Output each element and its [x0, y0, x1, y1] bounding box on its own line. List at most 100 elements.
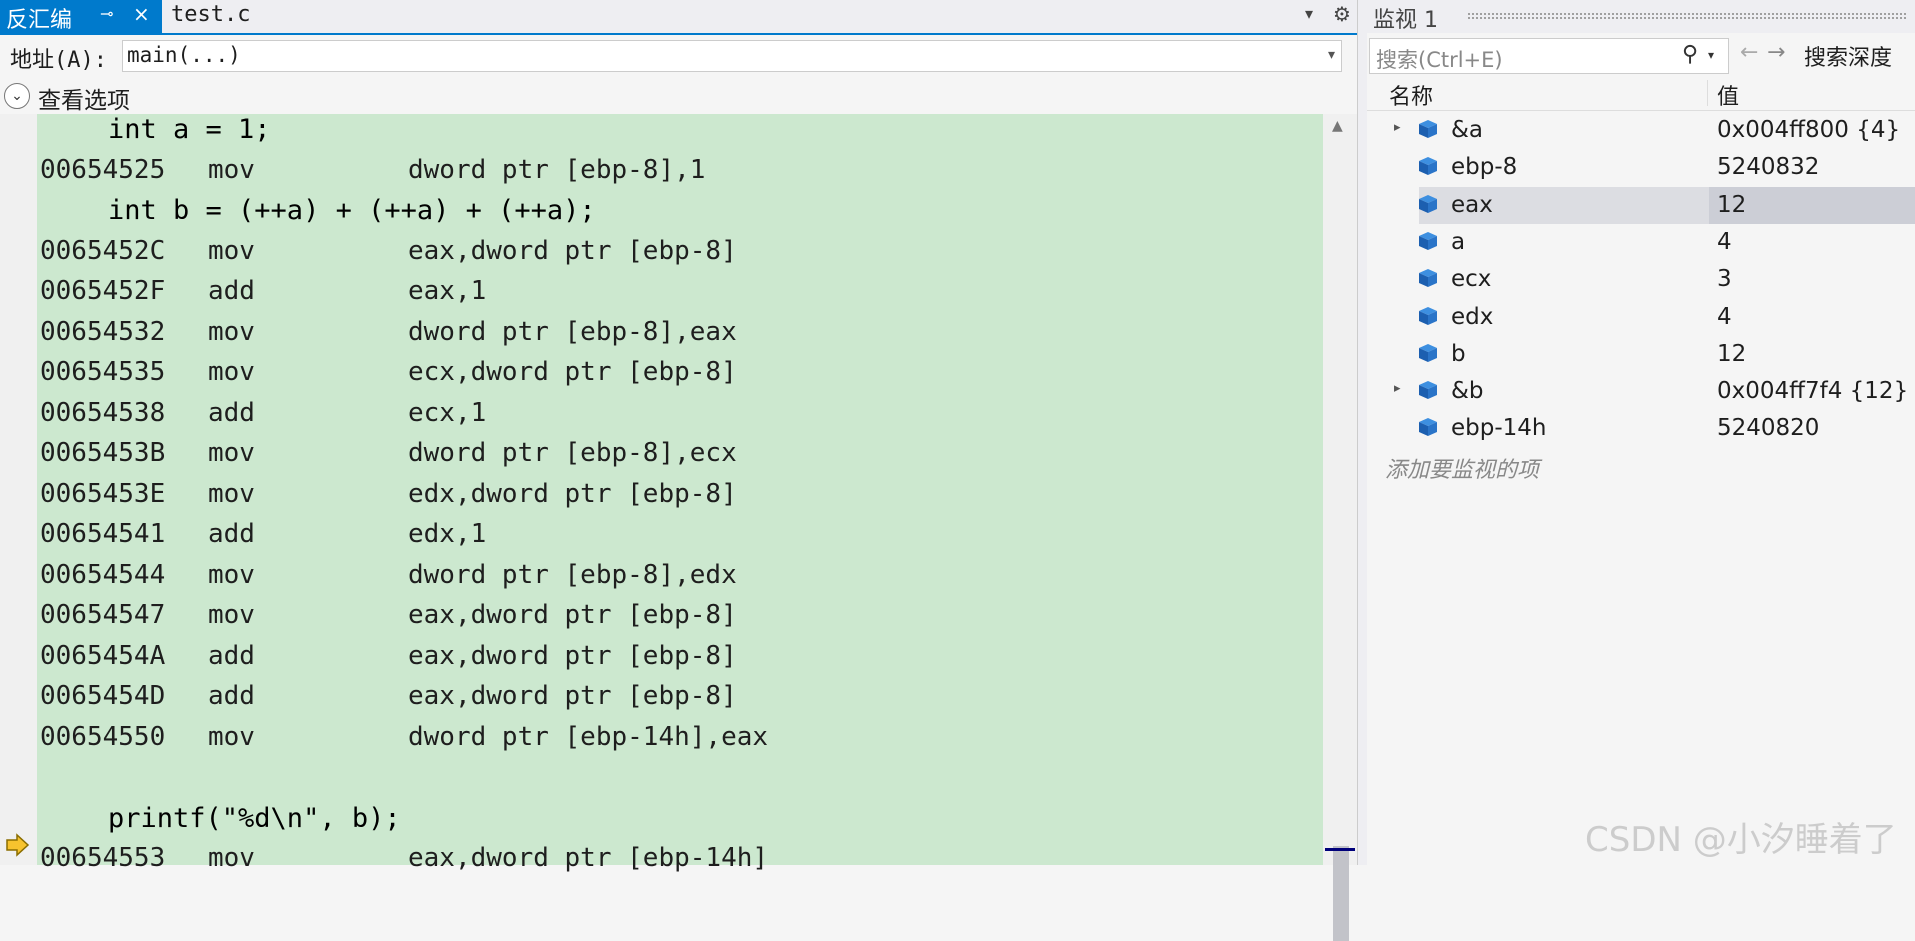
forward-arrow-icon[interactable]: → [1767, 40, 1785, 65]
disassembly-pane: 反汇编 ⊸ × test.c ▾ ⚙ 地址(A): main(...) ▾ ⌄ … [0, 0, 1357, 941]
expand-arrow-icon[interactable]: ▸ [1394, 120, 1401, 135]
search-placeholder: 搜索(Ctrl+E) [1376, 48, 1503, 72]
asm-address: 00654541 [40, 519, 166, 549]
asm-operands: ecx,dword ptr [ebp-8] [408, 357, 737, 387]
scroll-position-marker [1325, 848, 1355, 851]
search-input[interactable]: 搜索(Ctrl+E) ⚲ ▾ [1369, 38, 1729, 74]
gear-icon[interactable]: ⚙ [1333, 2, 1351, 26]
watch-value[interactable]: 5240832 [1717, 154, 1819, 180]
asm-opcode: mov [208, 438, 255, 468]
watch-title-bar[interactable]: 监视 1 [1367, 0, 1915, 33]
chevron-down-icon[interactable]: ▾ [1328, 47, 1335, 63]
asm-address: 00654525 [40, 154, 166, 185]
watch-row[interactable]: b 12 [1367, 336, 1915, 373]
asm-address: 00654547 [40, 600, 166, 630]
watch-name[interactable]: b [1451, 341, 1466, 367]
asm-address: 0065453B [40, 438, 166, 468]
asm-address: 00654553 [40, 843, 166, 873]
watch-name[interactable]: eax [1451, 192, 1493, 218]
asm-operands: dword ptr [ebp-14h],eax [408, 721, 769, 752]
watch-value[interactable]: 5240820 [1717, 415, 1819, 441]
source-line[interactable]: printf("%d\n", b); [108, 803, 401, 834]
view-options[interactable]: ⌄ 查看选项 [0, 78, 1357, 114]
close-icon[interactable]: × [133, 2, 150, 26]
variable-icon [1417, 118, 1439, 140]
gutter[interactable] [0, 114, 37, 865]
watch-name[interactable]: &b [1451, 378, 1484, 404]
scroll-up-icon[interactable]: ▲ [1332, 118, 1343, 134]
watch-row[interactable]: ebp-8 5240832 [1367, 149, 1915, 186]
variable-icon [1417, 305, 1439, 327]
current-instruction-arrow-icon [6, 833, 30, 857]
back-arrow-icon[interactable]: ← [1740, 40, 1758, 65]
asm-address: 00654544 [40, 559, 166, 590]
source-line[interactable]: int b = (++a) + (++a) + (++a); [108, 195, 596, 226]
asm-opcode: add [208, 397, 255, 428]
column-name-header[interactable]: 名称 [1389, 79, 1433, 111]
scrollbar-thumb[interactable] [1333, 846, 1349, 941]
watch-value[interactable]: 0x004ff7f4 {12} [1717, 378, 1908, 404]
watch-row[interactable]: ▸ &a 0x004ff800 {4} [1367, 112, 1915, 149]
pin-icon[interactable]: ⊸ [100, 4, 113, 23]
watch-name[interactable]: ebp-8 [1451, 154, 1517, 180]
variable-icon [1417, 342, 1439, 364]
view-options-label: 查看选项 [38, 88, 130, 114]
chevron-down-icon[interactable]: ▾ [1708, 48, 1714, 62]
variable-icon [1417, 267, 1439, 289]
asm-opcode: add [208, 681, 255, 711]
expand-arrow-icon[interactable]: ▸ [1394, 381, 1401, 396]
tab-disassembly-label: 反汇编 [6, 8, 73, 33]
watch-name[interactable]: a [1451, 229, 1465, 255]
asm-operands: eax,1 [408, 276, 487, 306]
asm-operands: ecx,1 [408, 397, 487, 428]
watch-row[interactable]: eax 12 [1367, 186, 1915, 224]
watch-value[interactable]: 3 [1717, 266, 1732, 292]
asm-operands: eax,dword ptr [ebp-8] [408, 681, 737, 711]
chevron-down-icon[interactable]: ⌄ [4, 83, 30, 109]
source-line[interactable]: int a = 1; [108, 114, 271, 145]
watch-value[interactable]: 12 [1717, 341, 1746, 367]
add-watch-item[interactable]: 添加要监视的项 [1385, 452, 1539, 484]
asm-opcode: add [208, 519, 255, 549]
watch-name[interactable]: ebp-14h [1451, 415, 1547, 441]
asm-address: 0065453E [40, 478, 166, 509]
variable-icon [1417, 416, 1439, 438]
asm-opcode: add [208, 276, 255, 306]
watch-name[interactable]: &a [1451, 117, 1483, 143]
watch-row[interactable]: edx 4 [1367, 299, 1915, 336]
tab-bar: 反汇编 ⊸ × test.c ▾ ⚙ [0, 0, 1357, 35]
asm-opcode: mov [208, 559, 255, 590]
asm-opcode: mov [208, 843, 255, 873]
variable-icon [1417, 155, 1439, 177]
watch-name[interactable]: ecx [1451, 266, 1491, 292]
watch-pane: 监视 1 搜索(Ctrl+E) ⚲ ▾ ← → 搜索深度 名称 值 ▸ &a 0x0… [1367, 0, 1915, 865]
column-divider[interactable] [1707, 80, 1708, 106]
watch-value[interactable]: 4 [1717, 229, 1732, 255]
asm-opcode: add [208, 640, 255, 671]
address-label: 地址(A): [10, 48, 107, 73]
asm-opcode: mov [208, 600, 255, 630]
tab-test-c[interactable]: test.c [171, 2, 250, 27]
search-depth-label[interactable]: 搜索深度 [1804, 40, 1892, 72]
watch-row[interactable]: ▸ &b 0x004ff7f4 {12} [1367, 373, 1915, 410]
vertical-scrollbar[interactable]: ▲ [1323, 114, 1357, 941]
column-value-header[interactable]: 值 [1717, 79, 1739, 111]
asm-operands: dword ptr [ebp-8],edx [408, 559, 737, 590]
asm-operands: dword ptr [ebp-8],1 [408, 154, 706, 185]
search-icon[interactable]: ⚲ [1682, 42, 1698, 67]
watch-row[interactable]: ebp-14h 5240820 [1367, 410, 1915, 447]
asm-address: 0065454A [40, 640, 166, 671]
asm-address: 00654532 [40, 316, 166, 347]
watch-name[interactable]: edx [1451, 304, 1493, 330]
asm-opcode: mov [208, 235, 255, 266]
asm-address: 0065452C [40, 235, 166, 266]
address-input[interactable]: main(...) ▾ [122, 40, 1342, 72]
watch-row[interactable]: a4 [1367, 224, 1915, 261]
watch-row[interactable]: ecx 3 [1367, 261, 1915, 298]
watch-value[interactable]: 12 [1717, 192, 1746, 218]
watch-value[interactable]: 0x004ff800 {4} [1717, 117, 1900, 143]
tab-disassembly[interactable]: 反汇编 ⊸ × [0, 0, 162, 33]
watch-value[interactable]: 4 [1717, 304, 1732, 330]
tab-list-dropdown-icon[interactable]: ▾ [1305, 4, 1313, 23]
drag-grip[interactable] [1467, 12, 1907, 20]
